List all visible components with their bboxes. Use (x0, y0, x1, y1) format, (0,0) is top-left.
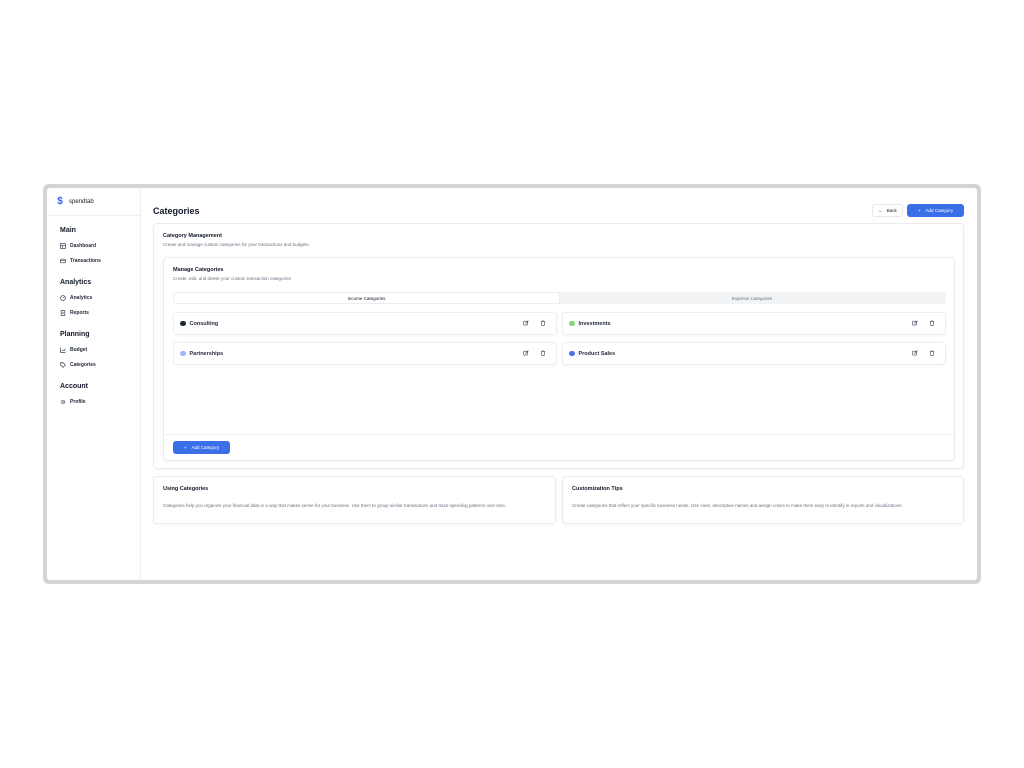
category-actions (912, 320, 935, 326)
card-text: Create categories that reflect your spec… (572, 503, 903, 508)
category-item[interactable]: Partnerships (173, 342, 557, 365)
sidebar-item-label: Profile (70, 398, 86, 405)
main-content: Categories ← Back + Add Category Categor… (141, 188, 977, 580)
sidebar-item-transactions[interactable]: Transactions (60, 253, 140, 268)
card-text: Categories help you organize your financ… (163, 503, 507, 508)
category-name: Investments (578, 320, 611, 327)
manage-categories-card: Manage Categories Create, edit, and dele… (163, 257, 955, 461)
trash-icon[interactable] (540, 320, 546, 326)
document-icon (60, 309, 66, 316)
sidebar-item-dashboard[interactable]: Dashboard (60, 238, 140, 253)
add-category-label: Add Category (191, 445, 220, 450)
sidebar-item-label: Transactions (70, 257, 101, 264)
category-color-dot (180, 320, 186, 327)
plus-icon: + (183, 445, 187, 450)
nav-group-main: Main Dashboard Transactions (47, 227, 140, 268)
sidebar-item-label: Budget (70, 346, 88, 353)
add-category-label: Add Category (925, 208, 954, 213)
category-name: Partnerships (189, 350, 224, 357)
brand[interactable]: $ spendtab (47, 188, 140, 216)
sidebar-item-profile[interactable]: Profile (60, 394, 140, 409)
sidebar-item-reports[interactable]: Reports (60, 305, 140, 320)
edit-icon[interactable] (912, 320, 918, 326)
sidebar-item-label: Analytics (70, 294, 93, 301)
using-categories-card: Using Categories Categories help you org… (153, 476, 556, 524)
app-name: spendtab (69, 198, 94, 205)
arrow-left-icon: ← (878, 208, 883, 213)
edit-icon[interactable] (912, 350, 918, 356)
back-button-label: Back (886, 208, 897, 213)
category-actions (523, 350, 546, 356)
nav-group-account: Account Profile (47, 383, 140, 409)
gear-icon (60, 399, 66, 405)
sidebar-item-analytics[interactable]: Analytics (60, 290, 140, 305)
category-tabs: Income Categories Expense Categories (173, 292, 946, 304)
customization-tips-card: Customization Tips Create categories tha… (562, 476, 964, 524)
sidebar: $ spendtab Main Dashboard Transactions A… (47, 188, 141, 580)
category-actions (523, 320, 546, 326)
add-category-button[interactable]: + Add Category (907, 204, 964, 217)
category-management-card: Category Management Create and manage cu… (153, 223, 964, 469)
category-color-dot (569, 350, 575, 357)
edit-icon[interactable] (523, 320, 529, 326)
trash-icon[interactable] (540, 350, 546, 356)
plus-icon: + (917, 208, 921, 213)
nav-group-title: Account (60, 383, 88, 390)
card-description: Create, edit, and delete your custom tra… (173, 276, 291, 281)
card-title: Category Management (163, 233, 222, 239)
category-actions (912, 350, 935, 356)
category-color-dot (569, 320, 575, 327)
gauge-icon (60, 294, 66, 301)
nav-group-planning: Planning Budget Categories (47, 331, 140, 372)
dashboard-icon (60, 242, 66, 249)
category-name: Consulting (189, 320, 219, 327)
edit-icon[interactable] (523, 350, 529, 356)
back-button[interactable]: ← Back (872, 204, 903, 217)
card-description: Create and manage custom categories for … (163, 242, 310, 247)
tab-expense-categories[interactable]: Expense Categories (559, 293, 945, 303)
category-item[interactable]: Consulting (173, 312, 557, 335)
sidebar-item-label: Dashboard (70, 242, 97, 249)
tab-income-categories[interactable]: Income Categories (174, 293, 559, 303)
category-item[interactable]: Investments (562, 312, 946, 335)
add-category-button-bottom[interactable]: + Add Category (173, 441, 230, 454)
divider (164, 434, 954, 435)
trash-icon[interactable] (929, 350, 935, 356)
app-window: $ spendtab Main Dashboard Transactions A… (47, 188, 977, 580)
category-item[interactable]: Product Sales (562, 342, 946, 365)
sidebar-item-label: Reports (70, 309, 89, 316)
chart-line-icon (60, 347, 66, 353)
card-title: Customization Tips (572, 486, 623, 492)
dollar-logo-icon: $ (57, 196, 63, 207)
category-name: Product Sales (578, 350, 616, 357)
card-title: Manage Categories (173, 267, 224, 273)
card-icon (60, 258, 66, 264)
page-title: Categories (153, 206, 200, 216)
sidebar-item-budget[interactable]: Budget (60, 342, 140, 357)
nav-group-title: Planning (60, 331, 90, 338)
nav-group-title: Analytics (60, 279, 92, 286)
nav-group-title: Main (60, 227, 76, 234)
nav-group-analytics: Analytics Analytics Reports (47, 279, 140, 320)
sidebar-item-categories[interactable]: Categories (60, 357, 140, 372)
app-frame: $ spendtab Main Dashboard Transactions A… (43, 184, 981, 584)
sidebar-item-label: Categories (70, 361, 96, 368)
trash-icon[interactable] (929, 320, 935, 326)
category-color-dot (180, 350, 186, 357)
tag-icon (60, 361, 66, 368)
card-title: Using Categories (163, 486, 209, 492)
